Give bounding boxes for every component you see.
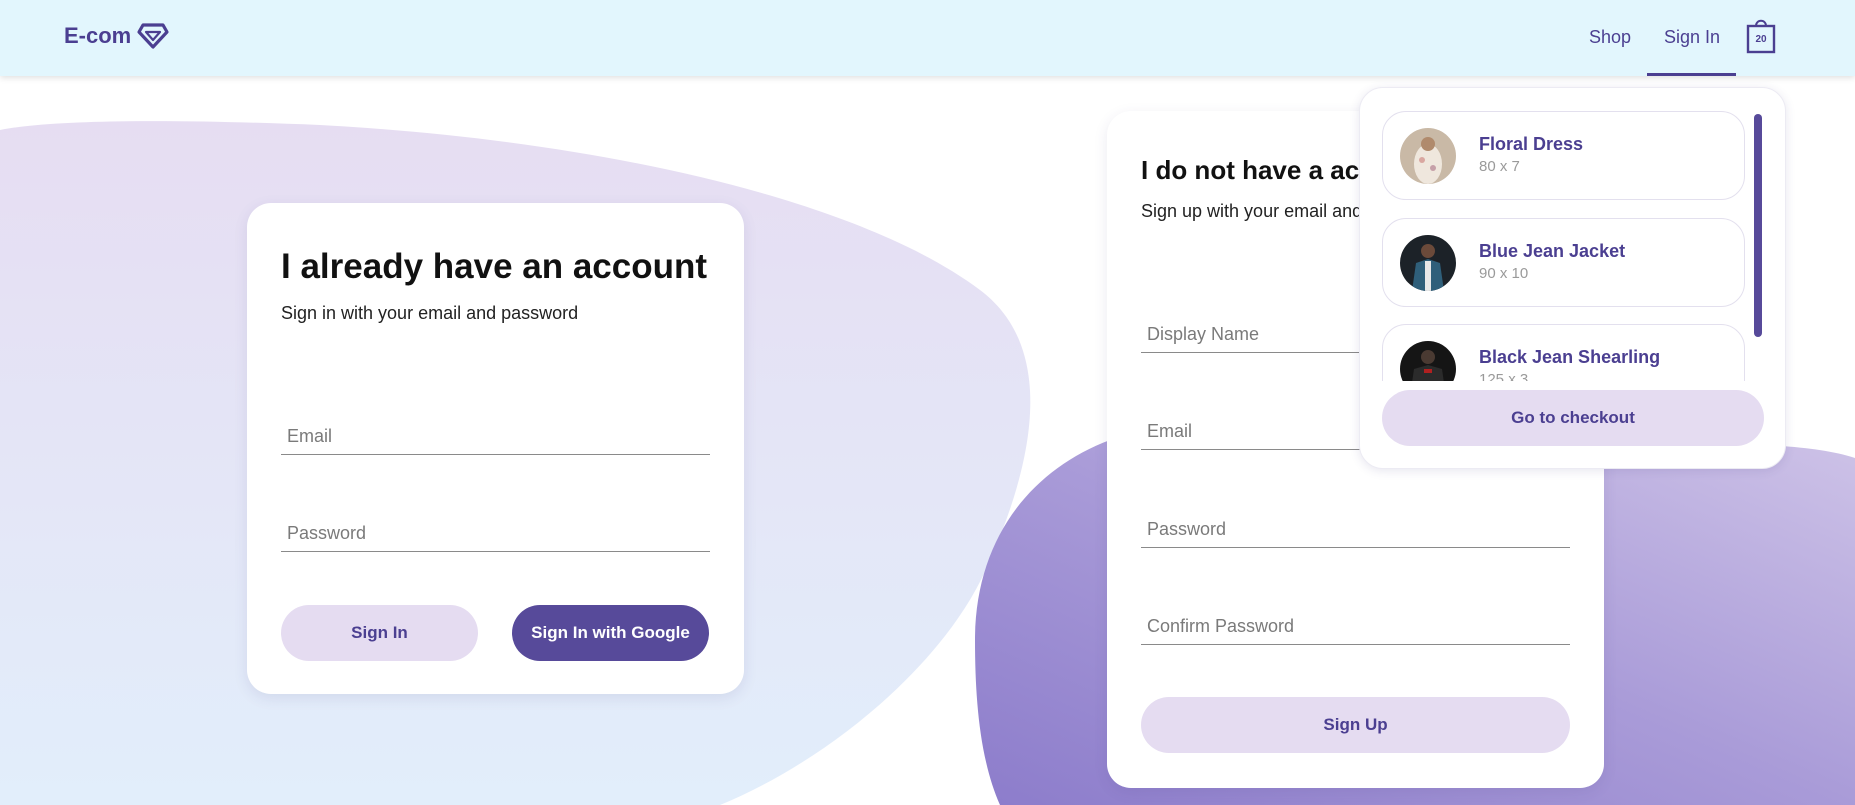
nav-link-sign-in[interactable]: Sign In	[1664, 22, 1720, 52]
diamond-logo-icon	[137, 23, 169, 49]
sign-up-button[interactable]: Sign Up	[1141, 697, 1570, 753]
cart-item-quantity: 90 x 10	[1479, 265, 1529, 282]
active-nav-indicator	[1647, 73, 1736, 76]
cart-items-list[interactable]: Floral Dress 80 x 7 Blue Jean Jacket 90 …	[1382, 111, 1745, 381]
cart-item[interactable]: Floral Dress 80 x 7	[1382, 111, 1745, 200]
brand-logo-link[interactable]: E-com	[64, 20, 169, 52]
cart-item-name: Blue Jean Jacket	[1479, 241, 1626, 261]
sign-in-with-google-button[interactable]: Sign In with Google	[512, 605, 709, 661]
sign-in-title: I already have an account	[281, 247, 708, 286]
brand-name: E-com	[64, 23, 132, 48]
sign-in-button[interactable]: Sign In	[281, 605, 478, 661]
confirm-password-field[interactable]	[1141, 601, 1570, 645]
blue-jean-jacket-thumbnail	[1400, 235, 1456, 291]
sign-in-password-field[interactable]	[281, 508, 710, 552]
cart-item-quantity: 80 x 7	[1479, 158, 1520, 175]
cart-items-scrollbar[interactable]	[1754, 114, 1762, 337]
cart-button[interactable]: 20	[1746, 16, 1776, 54]
floral-dress-thumbnail	[1400, 128, 1456, 184]
cart-item-name: Floral Dress	[1479, 134, 1584, 154]
cart-item-count: 20	[1755, 34, 1767, 45]
cart-item[interactable]: Blue Jean Jacket 90 x 10	[1382, 218, 1745, 307]
top-navbar: E-com Shop Sign In 20	[0, 0, 1855, 76]
black-jean-shearling-thumbnail	[1400, 341, 1456, 381]
scrollbar-thumb[interactable]	[1754, 114, 1762, 337]
sign-up-password-field[interactable]	[1141, 504, 1570, 548]
sign-in-subtitle: Sign in with your email and password	[281, 303, 579, 323]
nav-link-shop[interactable]: Shop	[1589, 22, 1631, 52]
cart-item-name: Black Jean Shearling	[1479, 347, 1661, 367]
go-to-checkout-button[interactable]: Go to checkout	[1382, 390, 1764, 446]
cart-item[interactable]: Black Jean Shearling 125 x 3	[1382, 324, 1745, 381]
sign-in-email-field[interactable]	[281, 411, 710, 455]
sign-in-card: I already have an account Sign in with y…	[247, 203, 744, 694]
cart-dropdown: Floral Dress 80 x 7 Blue Jean Jacket 90 …	[1359, 87, 1786, 469]
cart-item-quantity: 125 x 3	[1479, 371, 1529, 381]
